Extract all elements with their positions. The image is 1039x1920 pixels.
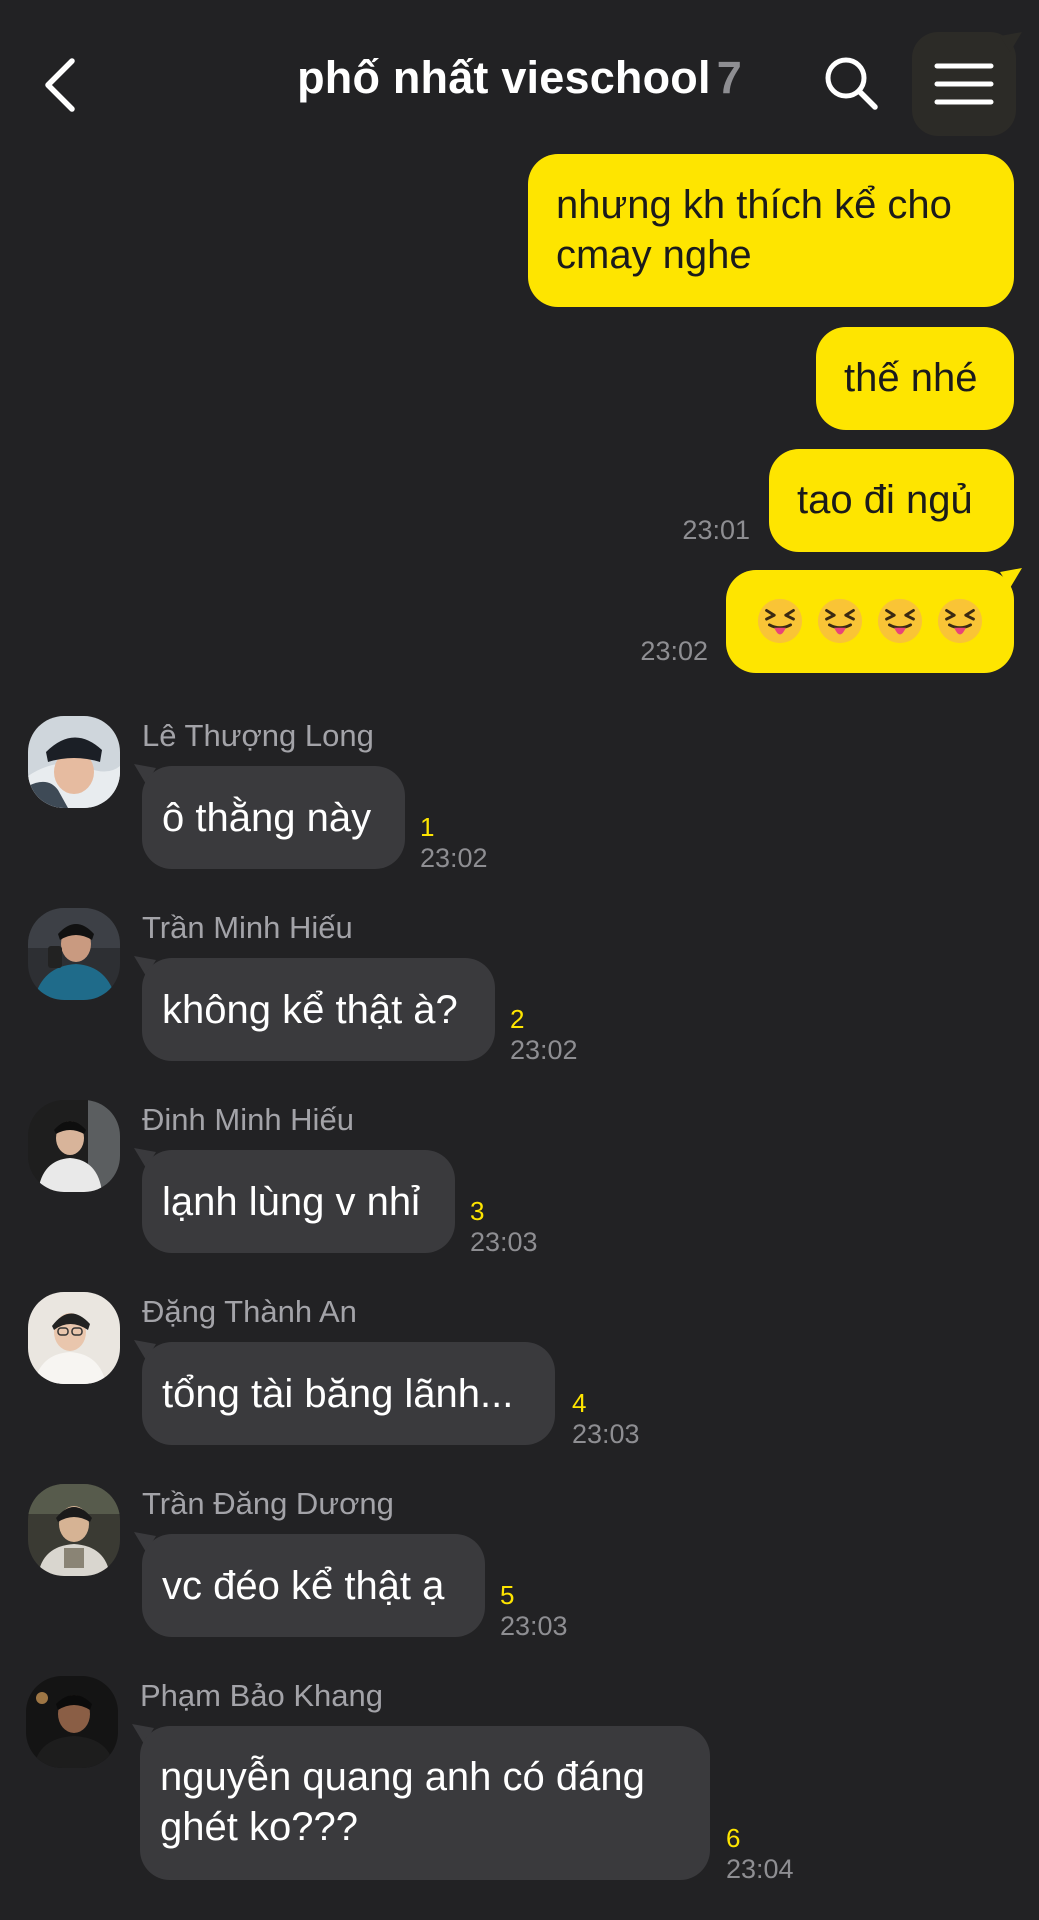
squinting-face-with-tongue-icon	[877, 598, 923, 644]
search-button[interactable]	[822, 54, 880, 112]
sender-name: Đặng Thành An	[142, 1294, 357, 1329]
incoming-message[interactable]: không kể thật à?	[142, 958, 495, 1061]
message-time: 23:04	[726, 1854, 794, 1884]
message-text-line: ghét ko???	[160, 1805, 358, 1849]
message-text: thế nhé	[844, 356, 978, 400]
message-time: 23:03	[572, 1419, 640, 1449]
squinting-face-with-tongue-icon	[817, 598, 863, 644]
message-time: 23:03	[500, 1611, 568, 1641]
message-text: tao đi ngủ	[797, 478, 973, 522]
squinting-face-with-tongue-icon	[757, 598, 803, 644]
avatar[interactable]	[26, 1676, 118, 1768]
outgoing-message[interactable]: thế nhé	[816, 327, 1014, 430]
outgoing-emoji-message[interactable]	[726, 570, 1014, 673]
search-icon	[825, 57, 878, 110]
chat-header: phố nhất vieschool 7	[0, 0, 1039, 150]
chat-screen: phố nhất vieschool 7 nhưng kh thích kể ch…	[0, 0, 1039, 1920]
message-text-line: nguyễn quang anh có đáng	[160, 1755, 645, 1799]
unread-count: 5	[500, 1580, 515, 1610]
bubble-tail	[1000, 32, 1022, 52]
incoming-message[interactable]: nguyễn quang anh có đáng ghét ko???	[140, 1726, 710, 1880]
message-text: lạnh lùng v nhỉ	[162, 1180, 420, 1224]
sender-name: Lê Thượng Long	[142, 718, 374, 753]
unread-count: 6	[726, 1823, 741, 1853]
outgoing-message[interactable]: nhưng kh thích kể cho cmay nghe	[528, 154, 1014, 307]
avatar[interactable]	[28, 908, 120, 1000]
message-text: vc đéo kể thật ạ	[162, 1564, 445, 1608]
message-text-line: cmay nghe	[556, 233, 752, 277]
message-time: 23:01	[682, 515, 750, 545]
message-time: 23:02	[420, 843, 488, 873]
chat-title: phố nhất vieschool 7	[0, 52, 1039, 104]
sender-name: Phạm Bảo Khang	[140, 1678, 384, 1713]
message-text-line: nhưng kh thích kể cho	[556, 183, 952, 227]
sender-name: Trần Đăng Dương	[142, 1486, 394, 1521]
message-text: tổng tài băng lãnh...	[162, 1372, 514, 1416]
outgoing-message[interactable]: tao đi ngủ	[769, 449, 1014, 552]
incoming-message[interactable]: vc đéo kể thật ạ	[142, 1534, 485, 1637]
avatar[interactable]	[28, 716, 120, 808]
avatar[interactable]	[28, 1484, 120, 1576]
incoming-message[interactable]: tổng tài băng lãnh...	[142, 1342, 555, 1445]
incoming-message[interactable]: ô thằng này	[142, 766, 405, 869]
message-time: 23:03	[470, 1227, 538, 1257]
bubble-tail	[1000, 568, 1022, 588]
unread-count: 1	[420, 812, 435, 842]
message-text: ô thằng này	[162, 796, 372, 840]
unread-count: 4	[572, 1388, 587, 1418]
hamburger-menu-icon	[934, 63, 994, 105]
message-text: không kể thật à?	[162, 988, 458, 1032]
avatar[interactable]	[28, 1100, 120, 1192]
incoming-message[interactable]: lạnh lùng v nhỉ	[142, 1150, 455, 1253]
message-time: 23:02	[640, 636, 708, 666]
sender-name: Trần Minh Hiếu	[142, 910, 353, 945]
unread-count: 2	[510, 1004, 525, 1034]
message-time: 23:02	[510, 1035, 578, 1065]
sender-name: Đinh Minh Hiếu	[142, 1102, 354, 1137]
squinting-face-with-tongue-icon	[937, 598, 983, 644]
chat-title-text: phố nhất vieschool	[297, 52, 711, 103]
avatar[interactable]	[28, 1292, 120, 1384]
member-count: 7	[716, 52, 742, 103]
unread-count: 3	[470, 1196, 485, 1226]
